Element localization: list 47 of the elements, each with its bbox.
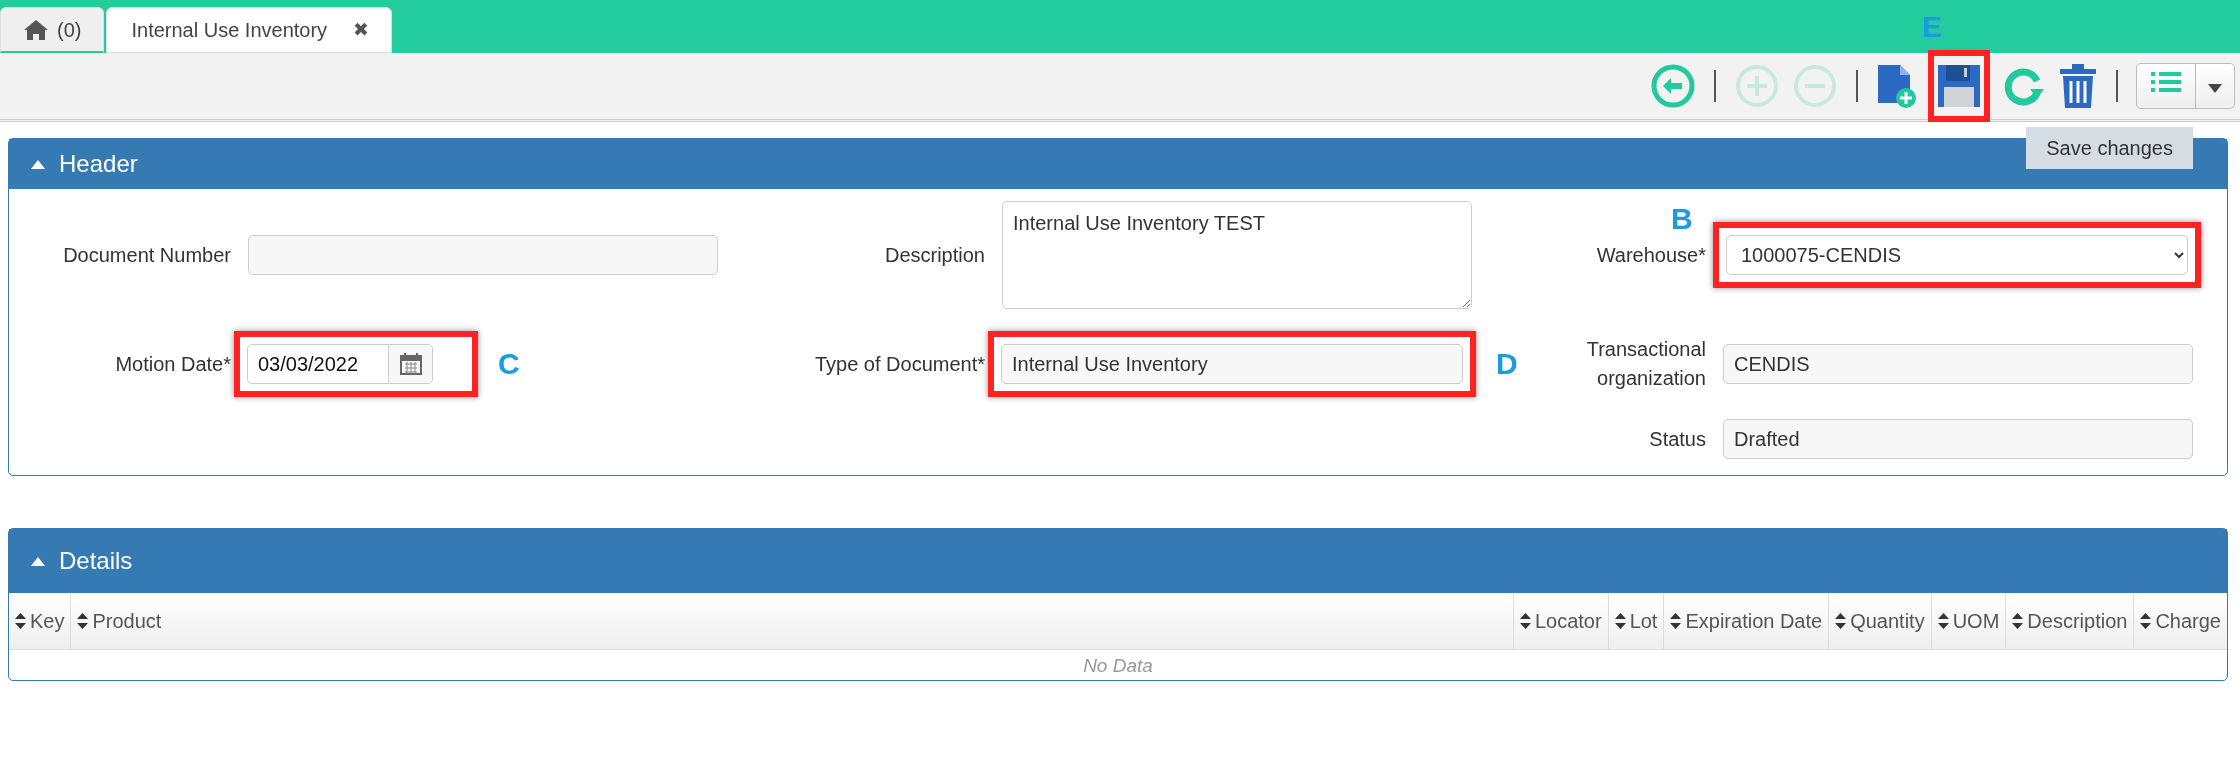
empty-message: No Data [1083,654,1153,676]
field-label: Transactional organization [1585,337,1706,391]
calendar-button[interactable] [388,345,432,383]
minus-icon [1792,63,1838,109]
panel-header[interactable]: Details [9,529,2227,593]
field-label: Status [1648,426,1706,452]
field-label: Warehouse* [1595,242,1706,268]
trash-icon [2058,63,2098,109]
input-field[interactable]: Drafted [1723,419,2193,459]
close-button[interactable]: ✖ [353,15,370,45]
tab-label: (0) [57,17,82,43]
input-field[interactable]: CENDIS [1723,344,2193,384]
dropdown-field[interactable]: 1000075-CENDIS [1726,235,2188,275]
home-icon [23,18,49,41]
column-header[interactable]: Charge [2133,593,2227,649]
new-document-icon [1876,63,1918,109]
field-label: Type of Document* [813,351,985,377]
column-header[interactable]: Locator [1513,593,1609,649]
tab[interactable]: (0) [0,7,105,53]
caret-icon [2208,84,2222,93]
column-header[interactable]: Lot [1608,593,1664,649]
input-field[interactable] [248,235,718,275]
field-label: Document Number [62,242,231,268]
annotation-label: C [498,349,520,379]
annotation-label: B [1671,204,1693,234]
field-label: Motion Date* [114,351,231,377]
column-header[interactable]: Description [2005,593,2134,649]
annotation-label: D [1496,349,1518,379]
plus-icon [1734,63,1780,109]
column-header[interactable]: Quantity [1828,593,1932,649]
text-area[interactable]: Internal Use Inventory TEST [1002,201,1472,309]
column-header[interactable]: Product [70,593,1514,649]
column-header[interactable]: Expiration Date [1663,593,1829,649]
tooltip: Save changes [2026,127,2193,169]
tab-label: Internal Use Inventory [131,18,328,43]
date-field[interactable]: 03/03/2022 [248,345,388,383]
field-label: Description [883,242,985,268]
column-header[interactable]: UOM [1931,593,2006,649]
list-icon [2151,71,2181,93]
tab[interactable]: Internal Use Inventory ✖ [106,7,393,53]
input-field[interactable]: Internal Use Inventory [1001,344,1463,384]
panel-title: Header [59,149,138,179]
calendar-icon [399,353,422,375]
annotation-label: E [1922,12,1942,42]
date-picker[interactable]: 03/03/2022 [247,344,433,384]
column-header[interactable]: Key [9,593,71,649]
panel-title: Details [59,546,133,576]
